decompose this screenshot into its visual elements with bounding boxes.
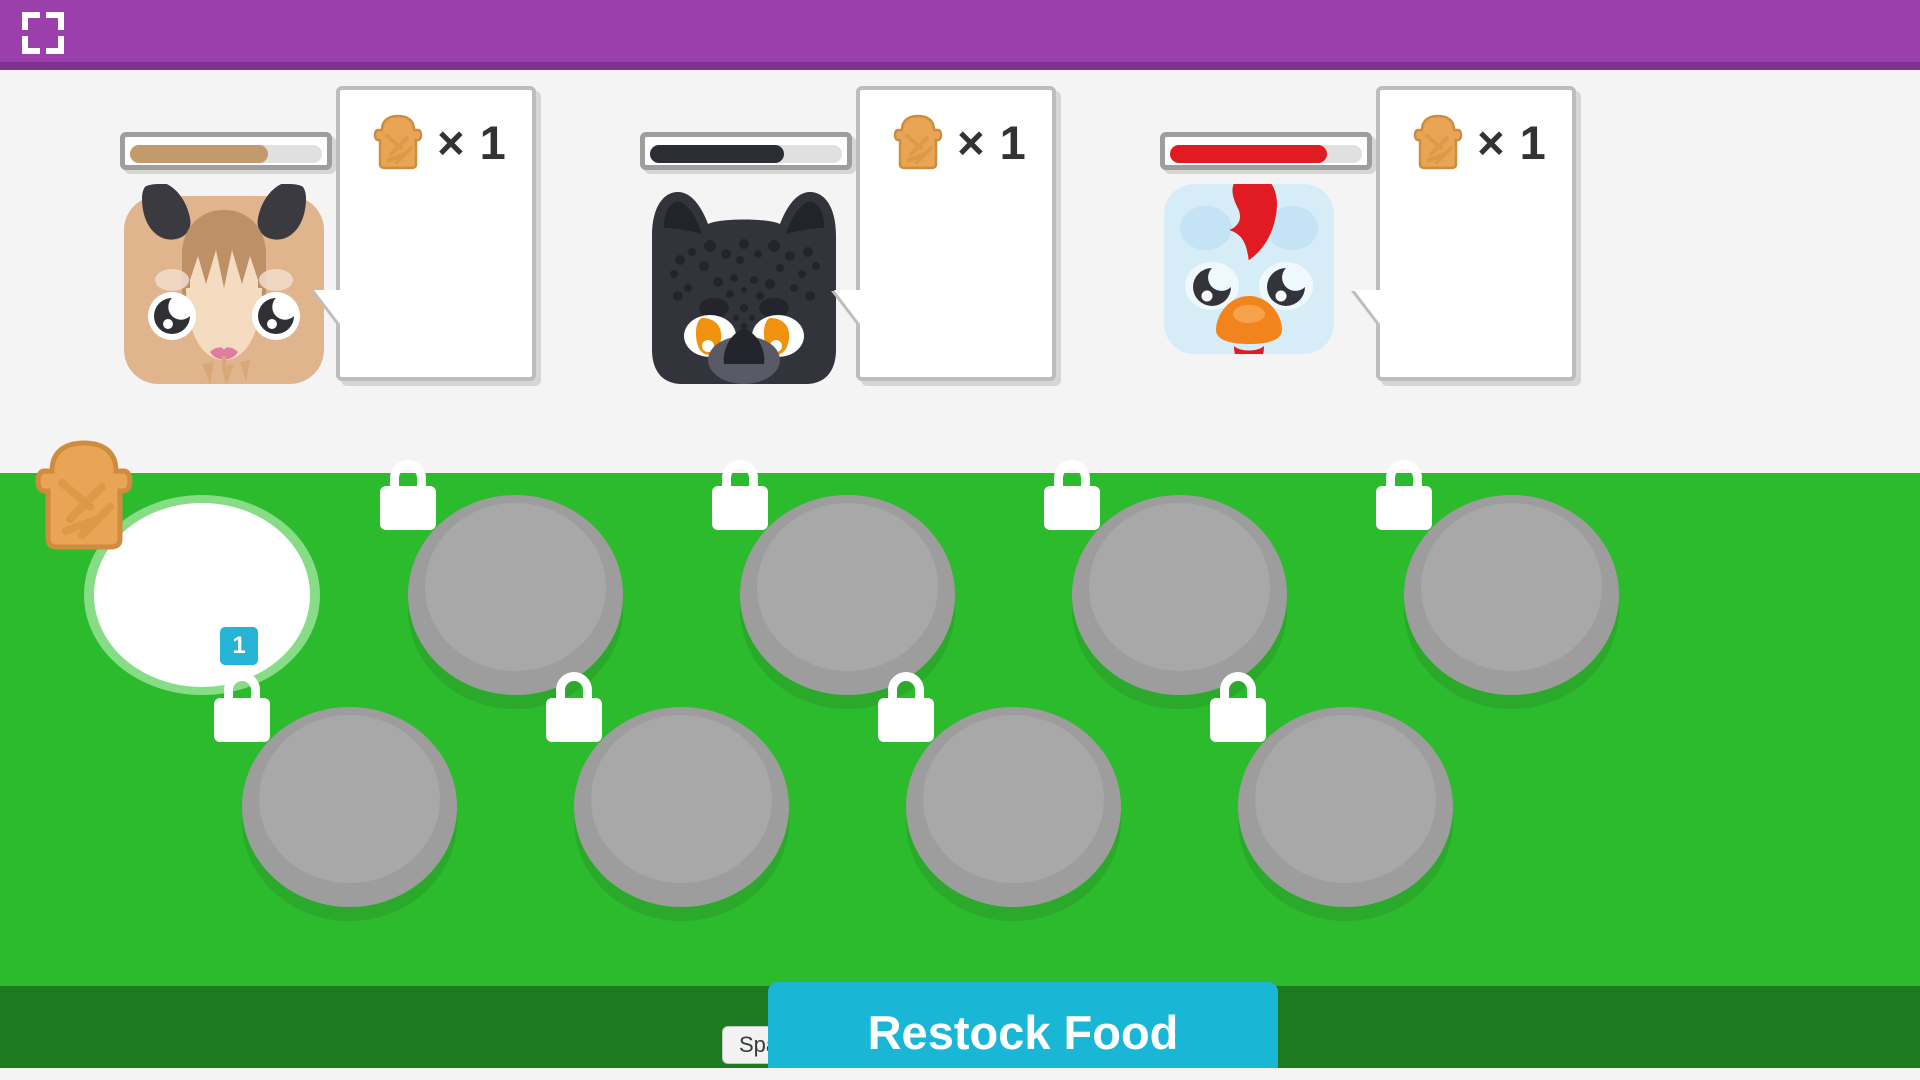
toast-icon: [1413, 114, 1463, 170]
slot-disc: [906, 707, 1121, 907]
request-quantity-label: × 1: [957, 115, 1027, 169]
fullscreen-corner-br: [46, 36, 64, 54]
toast-icon: [893, 114, 943, 170]
bottom-strip: [0, 1068, 1920, 1080]
slot-disc: [574, 707, 789, 907]
bubble-request-row: × 1: [860, 114, 1060, 170]
hunger-track: [650, 145, 842, 163]
hunger-fill: [130, 145, 269, 163]
animal-face-chicken: [1164, 184, 1334, 354]
lock-icon: [546, 672, 602, 742]
toast-icon: [373, 114, 423, 170]
animal-card-panther[interactable]: × 1: [630, 70, 1056, 473]
lock-icon: [1376, 460, 1432, 530]
animal-face-panther: [644, 184, 844, 384]
lock-icon: [878, 672, 934, 742]
lock-icon: [712, 460, 768, 530]
hunger-track: [130, 145, 322, 163]
hunger-bar-chicken: [1160, 132, 1372, 170]
request-quantity-label: × 1: [1477, 115, 1547, 169]
lock-icon: [1210, 672, 1266, 742]
animal-strip: × 1 × 1 × 1: [0, 70, 1920, 473]
hunger-bar-llama: [120, 132, 332, 170]
speech-bubble-panther: × 1: [834, 86, 1056, 381]
restock-food-button[interactable]: Restock Food: [768, 982, 1278, 1080]
bubble-tail: [314, 290, 340, 324]
animal-face-llama: [124, 184, 324, 384]
bubble-request-row: × 1: [1380, 114, 1580, 170]
request-quantity-label: × 1: [437, 115, 507, 169]
lock-icon: [214, 672, 270, 742]
fullscreen-corner-tr: [46, 12, 64, 30]
bubble-request-row: × 1: [340, 114, 540, 170]
speech-bubble-chicken: × 1: [1354, 86, 1576, 381]
slot-disc: [242, 707, 457, 907]
food-slot-area: 1: [0, 440, 1920, 986]
fullscreen-corner-tl: [22, 12, 40, 30]
slot-disc: [1072, 495, 1287, 695]
slot-disc: [1238, 707, 1453, 907]
hunger-fill: [650, 145, 785, 163]
hunger-track: [1170, 145, 1362, 163]
bubble-tail: [1354, 290, 1380, 324]
slot-disc: [408, 495, 623, 695]
food-count-badge: 1: [220, 627, 258, 665]
animal-card-llama[interactable]: × 1: [110, 70, 536, 473]
animal-card-chicken[interactable]: × 1: [1150, 70, 1576, 473]
fullscreen-corner-bl: [22, 36, 40, 54]
bubble-tail: [834, 290, 860, 324]
speech-bubble-llama: × 1: [314, 86, 536, 381]
footer-bar: Space Restock Food: [0, 982, 1920, 1080]
top-bar: [0, 0, 1920, 70]
slot-disc: [740, 495, 955, 695]
slot-disc: [1404, 495, 1619, 695]
hunger-fill: [1170, 145, 1328, 163]
lock-icon: [380, 460, 436, 530]
toast-icon: [35, 440, 133, 550]
fullscreen-icon[interactable]: [22, 12, 64, 54]
lock-icon: [1044, 460, 1100, 530]
hunger-bar-panther: [640, 132, 852, 170]
